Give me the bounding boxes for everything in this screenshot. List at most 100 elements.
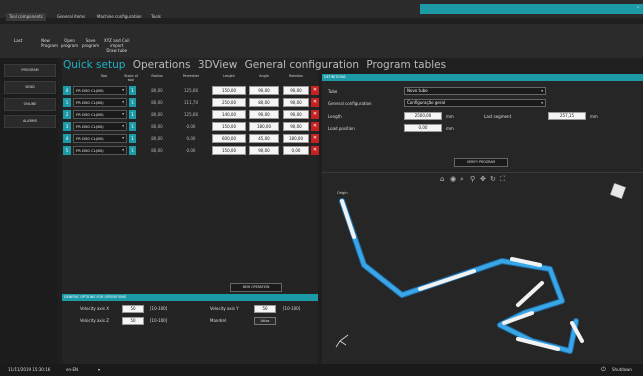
tube-select[interactable]: Novo tubo ▾ — [404, 87, 546, 95]
last-program-button[interactable]: Last — [14, 38, 22, 43]
radius-cell: 80,00 — [151, 124, 163, 129]
table-row[interactable]: 4 FR D50 CL(80) ▾ 1 80,00 0,00 600,00 45,00 180,… — [63, 133, 319, 144]
delete-row-button[interactable]: ✕ — [311, 110, 319, 119]
verify-program-button[interactable]: VERIFY PROGRAM — [454, 158, 508, 167]
length-cell[interactable]: 250,00 — [212, 98, 246, 107]
save-program-button[interactable]: Save program — [82, 38, 99, 48]
velocity-z-input[interactable]: 50 — [122, 317, 144, 325]
sidebar-item-program[interactable]: PROGRAM — [4, 64, 56, 77]
power-icon[interactable]: ⏻ — [601, 364, 606, 376]
language-select[interactable]: en-EN — [66, 364, 78, 376]
length-cell[interactable]: 150,00 — [212, 146, 246, 155]
angle-cell[interactable]: 80,00 — [249, 98, 279, 107]
delete-row-button[interactable]: ✕ — [311, 134, 319, 143]
length-input[interactable]: 2500,00 — [404, 112, 442, 120]
velocity-x-input[interactable]: 50 — [122, 305, 144, 313]
table-row[interactable]: 2 FR D50 CL(80) ▾ 1 80,00 125,66 140,00 90,00 90… — [63, 109, 319, 120]
row-index[interactable]: 3 — [63, 122, 71, 131]
angle-cell[interactable]: 90,00 — [249, 110, 279, 119]
table-row[interactable]: 5 FR D50 CL(80) ▾ 1 80,00 0,00 150,00 90,00 0,00… — [63, 145, 319, 156]
generic-options-header: GENERIC OPTIONS FOR OPERATIONS — [62, 294, 318, 301]
chevron-down-icon: ▾ — [122, 136, 124, 140]
tab-program-tables[interactable]: Program tables — [366, 59, 446, 71]
length-cell[interactable]: 150,00 — [212, 122, 246, 131]
sidebar-item-online[interactable]: ONLINE — [4, 98, 56, 111]
toolbar: Last New Program Open program Save program … — [0, 24, 643, 58]
table-row[interactable]: 0 FR D50 CL(80) ▾ 1 80,00 125,66 150,00 90,00 90… — [63, 85, 319, 96]
angle-cell[interactable]: 45,00 — [249, 134, 279, 143]
tool-select[interactable]: FR D50 CL(80) ▾ — [73, 134, 127, 143]
delete-row-button[interactable]: ✕ — [311, 122, 319, 131]
stack-button[interactable]: 1 — [129, 134, 136, 143]
home-icon[interactable]: ⌂ — [440, 175, 444, 183]
velocity-y-input[interactable]: 50 — [254, 305, 276, 313]
sidebar-item-send[interactable]: SEND — [4, 81, 56, 94]
last-segment-input[interactable]: 257,15 — [548, 112, 586, 120]
open-program-button[interactable]: Open program — [61, 38, 78, 48]
rotation-cell[interactable]: 0,00 — [283, 146, 309, 155]
stack-button[interactable]: 1 — [129, 98, 136, 107]
perimeter-cell: 125,66 — [184, 112, 198, 117]
language-chevron-down-icon[interactable]: ▾ — [98, 364, 100, 376]
row-index[interactable]: 2 — [63, 110, 71, 119]
length-cell[interactable]: 140,00 — [212, 110, 246, 119]
tool-select[interactable]: FR D50 CL(80) ▾ — [73, 122, 127, 131]
pan-icon[interactable]: ✥ — [480, 175, 486, 183]
sidebar-item-alarms[interactable]: ALARMS — [4, 115, 56, 128]
row-index[interactable]: 0 — [63, 86, 71, 95]
length-cell[interactable]: 600,00 — [212, 134, 246, 143]
col-header-angle: Angle — [259, 74, 269, 78]
tab-3dview[interactable]: 3DView — [198, 59, 238, 71]
stack-button[interactable]: 1 — [129, 110, 136, 119]
origin-label: Origin — [337, 191, 348, 195]
table-row[interactable]: 3 FR D50 CL(80) ▾ 1 80,00 0,00 150,00 180,00 90,… — [63, 121, 319, 132]
tab-quick-setup[interactable]: Quick setup — [63, 59, 125, 71]
tool-select[interactable]: FR D50 CL(80) ▾ — [73, 110, 127, 119]
stack-button[interactable]: 1 — [129, 86, 136, 95]
rotation-cell[interactable]: 90,00 — [283, 98, 309, 107]
zoom-extents-icon[interactable]: ◉ — [450, 175, 456, 183]
tool-select[interactable]: FR D50 CL(80) ▾ — [73, 86, 127, 95]
rotation-cell[interactable]: 90,00 — [283, 86, 309, 95]
stack-button[interactable]: 1 — [129, 122, 136, 131]
rotation-cell[interactable]: 90,00 — [283, 110, 309, 119]
expand-icon[interactable]: ⌃ — [636, 6, 640, 12]
delete-row-button[interactable]: ✕ — [311, 146, 319, 155]
tab-general-configuration[interactable]: General configuration — [245, 59, 359, 71]
row-index[interactable]: 5 — [63, 146, 71, 155]
fullscreen-icon[interactable]: ⛶ — [500, 175, 505, 184]
delete-row-button[interactable]: ✕ — [311, 86, 319, 95]
table-row[interactable]: 1 FR D50 CL(80) ▾ 1 80,00 111,70 250,00 80,00 90… — [63, 97, 319, 108]
general-config-label: General configuration — [328, 101, 372, 106]
new-program-button[interactable]: New Program — [33, 38, 58, 48]
rotate-icon[interactable]: ↻ — [490, 175, 496, 183]
tool-select[interactable]: FR D50 CL(80) ▾ — [73, 98, 127, 107]
last-segment-label: Last segment — [484, 114, 512, 119]
tool-select[interactable]: FR D50 CL(80) ▾ — [73, 146, 127, 155]
rotation-cell[interactable]: 180,00 — [283, 134, 309, 143]
velocity-y-range: [10-100] — [283, 306, 301, 311]
angle-cell[interactable]: 90,00 — [249, 86, 279, 95]
rotation-cell[interactable]: 90,00 — [283, 122, 309, 131]
zoom-window-icon[interactable]: ⌕ — [460, 175, 464, 184]
stack-button[interactable]: 1 — [129, 146, 136, 155]
angle-cell[interactable]: 90,00 — [249, 146, 279, 155]
tab-machine-configuration[interactable]: Machine configuration — [97, 13, 142, 21]
row-index[interactable]: 1 — [63, 98, 71, 107]
general-config-select[interactable]: Configuração geral ▾ — [404, 99, 546, 107]
tab-general-items[interactable]: General items — [57, 13, 85, 21]
mandrel-button[interactable]: Atlas — [254, 317, 276, 325]
length-cell[interactable]: 150,00 — [212, 86, 246, 95]
row-index[interactable]: 4 — [63, 134, 71, 143]
xyz-coil-import-button[interactable]: XYZ and Coil import Draw tube — [104, 38, 129, 53]
load-position-input[interactable]: 0,00 — [404, 124, 442, 132]
new-operation-button[interactable]: NEW OPERATION — [230, 283, 282, 292]
tab-tool-components[interactable]: Tool components — [6, 13, 46, 21]
3d-viewer[interactable]: Origin — [322, 172, 643, 364]
angle-cell[interactable]: 180,00 — [249, 122, 279, 131]
delete-row-button[interactable]: ✕ — [311, 98, 319, 107]
zoom-icon[interactable]: ⚲ — [470, 175, 475, 183]
tab-tools[interactable]: Tools — [151, 13, 161, 21]
shutdown-button[interactable]: Shutdown — [612, 364, 632, 376]
tab-operations[interactable]: Operations — [133, 59, 191, 71]
